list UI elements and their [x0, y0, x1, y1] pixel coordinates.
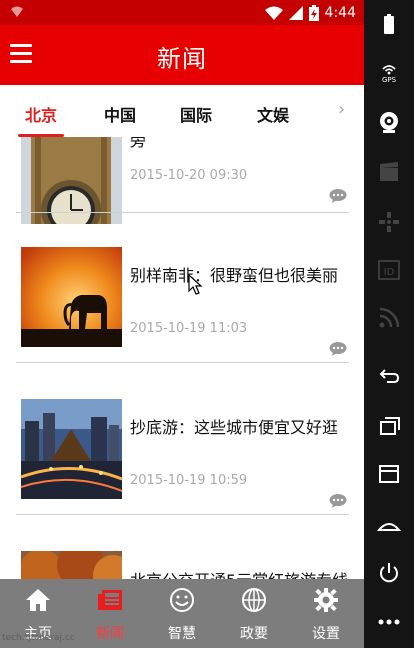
- more-icon[interactable]: [377, 610, 401, 634]
- news-item[interactable]: 抄底游：这些城市便宜又好逛 2015-10-19 10:59: [0, 369, 364, 521]
- news-thumbnail: [21, 551, 122, 579]
- comment-icon[interactable]: [329, 494, 347, 508]
- dpad-icon[interactable]: [377, 210, 401, 234]
- back-icon[interactable]: [377, 364, 401, 388]
- battery-charging-icon: [308, 4, 319, 21]
- nav-label: 政要: [240, 626, 268, 642]
- nav-label: 设置: [312, 626, 340, 642]
- nav-label: 新闻: [96, 626, 124, 642]
- news-date: 2015-10-19 11:03: [130, 321, 248, 336]
- battery-icon[interactable]: [377, 12, 401, 36]
- news-title: 别样南非：很野蛮但也很美丽: [130, 266, 339, 285]
- status-bar: 4:44: [0, 0, 364, 25]
- news-date: 2015-10-19 10:59: [130, 473, 248, 488]
- svg-text:GPS: GPS: [382, 76, 397, 84]
- power-icon[interactable]: [377, 561, 401, 585]
- news-date: 2015-10-20 09:30: [130, 168, 248, 183]
- rss-icon[interactable]: [377, 306, 401, 330]
- news-thumbnail: [21, 137, 122, 224]
- nav-wisdom[interactable]: 智慧: [146, 579, 218, 648]
- nav-news[interactable]: 新闻: [74, 579, 146, 648]
- nav-settings[interactable]: 设置: [290, 579, 362, 648]
- news-list[interactable]: 旁 2015-10-20 09:30 别样南非：很野蛮但也很美丽 2015-10…: [0, 137, 364, 579]
- app-bar: 新闻: [0, 25, 364, 85]
- tab-china[interactable]: 中国: [104, 102, 136, 126]
- tab-entertainment[interactable]: 文娱: [257, 102, 289, 126]
- smiley-icon: [170, 588, 194, 612]
- globe-icon: [242, 588, 266, 612]
- status-time: 4:44: [324, 4, 356, 21]
- nav-label: 智慧: [168, 626, 196, 642]
- camera-icon[interactable]: [377, 110, 401, 134]
- tab-international[interactable]: 国际: [180, 102, 212, 126]
- wifi-icon: [264, 6, 283, 20]
- news-thumbnail: [21, 247, 122, 347]
- nav-politics[interactable]: 政要: [218, 579, 290, 648]
- news-item[interactable]: 北京公交开通5元赏红旅游专线: [0, 521, 364, 579]
- notification-icon: [11, 6, 23, 17]
- item-divider: [16, 212, 349, 213]
- comment-icon[interactable]: [329, 189, 347, 203]
- menu-icon[interactable]: [377, 462, 401, 486]
- clapper-icon[interactable]: [377, 160, 401, 184]
- phone-screen: 4:44 新闻 北京 中国 国际 文娱 › 旁 2015-10-20 09:30…: [0, 0, 364, 648]
- page-title: 新闻: [157, 45, 207, 73]
- mouse-cursor-icon: [188, 274, 203, 295]
- tab-beijing[interactable]: 北京: [25, 102, 57, 126]
- gps-icon[interactable]: GPS: [377, 60, 401, 84]
- gear-icon: [314, 588, 338, 612]
- news-title: 旁: [130, 137, 147, 150]
- system-side-bar: GPS ID: [364, 0, 414, 648]
- item-divider: [16, 362, 349, 363]
- news-title: 抄底游：这些城市便宜又好逛: [130, 418, 339, 437]
- comment-icon[interactable]: [329, 342, 347, 356]
- tabs-scroll-right-icon[interactable]: ›: [338, 99, 345, 120]
- watermark: tech.tjtcheraj.cc: [2, 633, 75, 643]
- newspaper-icon: [98, 590, 122, 610]
- recent-apps-icon[interactable]: [377, 414, 401, 438]
- news-item[interactable]: 别样南非：很野蛮但也很美丽 2015-10-19 11:03: [0, 217, 364, 369]
- news-item[interactable]: 旁 2015-10-20 09:30: [0, 137, 364, 224]
- signal-icon: [288, 5, 303, 20]
- item-divider: [16, 514, 349, 515]
- home-icon: [26, 589, 50, 611]
- svg-text:ID: ID: [384, 267, 395, 278]
- category-tabs: 北京 中国 国际 文娱 ›: [0, 85, 364, 137]
- home-button-icon[interactable]: [377, 512, 401, 536]
- news-title: 北京公交开通5元赏红旅游专线: [130, 567, 348, 579]
- id-icon[interactable]: ID: [377, 258, 401, 282]
- news-thumbnail: [21, 399, 122, 499]
